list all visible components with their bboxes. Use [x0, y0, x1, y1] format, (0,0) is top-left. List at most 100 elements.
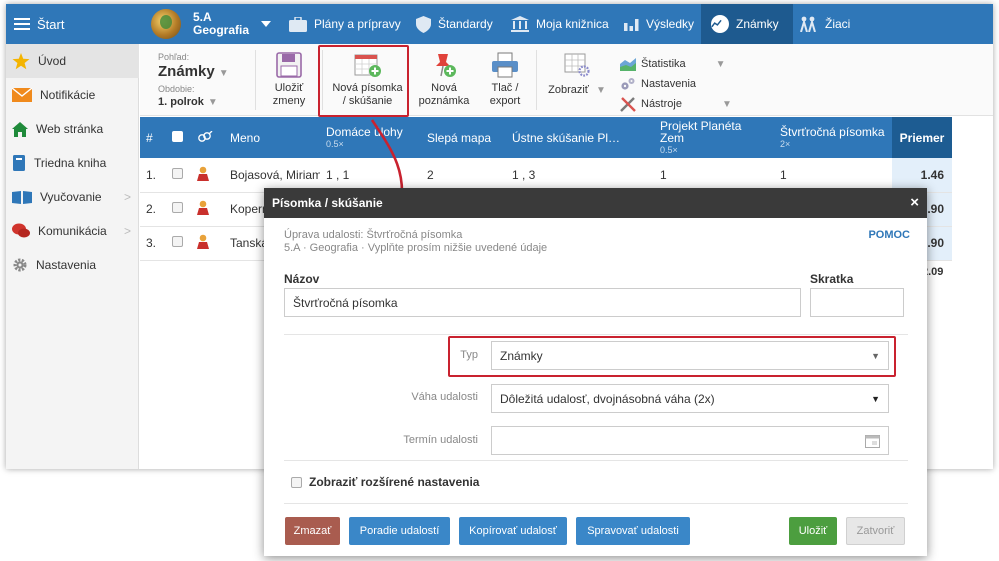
- view-dropdown[interactable]: Známky ▼: [158, 63, 229, 80]
- star-icon: [12, 52, 30, 69]
- save-button[interactable]: Uložiť: [789, 517, 837, 545]
- name-label: Názov: [284, 272, 320, 286]
- quarterly-test-weight: 2×: [780, 138, 791, 149]
- settings-menu[interactable]: Nastavenia: [620, 74, 732, 94]
- select-all-checkbox[interactable]: [166, 117, 191, 158]
- briefcase-icon: [289, 16, 307, 32]
- column-header-blind-map[interactable]: Slepá mapa: [421, 117, 506, 158]
- row-checkbox[interactable]: [166, 158, 191, 193]
- row-checkbox[interactable]: [166, 192, 191, 227]
- column-header-name[interactable]: Meno: [224, 117, 320, 158]
- grade-cell[interactable]: 2: [421, 158, 506, 193]
- close-icon[interactable]: ×: [910, 194, 919, 211]
- column-header-average: Priemer: [892, 117, 952, 158]
- sidebar-item-notifications[interactable]: Notifikácie: [6, 78, 139, 112]
- nav-standards-label: Štandardy: [438, 17, 493, 31]
- name-input[interactable]: Štvrťročná písomka: [284, 288, 801, 317]
- hamburger-icon: [14, 18, 30, 30]
- student-name[interactable]: Bojasová, Miriam: [224, 158, 320, 193]
- divider: [284, 334, 908, 335]
- nav-results-label: Výsledky: [646, 17, 695, 31]
- row-checkbox[interactable]: [166, 226, 191, 261]
- close-button[interactable]: Zatvoriť: [846, 517, 905, 545]
- date-input[interactable]: [491, 426, 889, 455]
- column-header-homework[interactable]: Domáce úlohy 0.5×: [320, 117, 421, 158]
- sidebar-item-label: Triedna kniha: [34, 156, 107, 170]
- modal-header: Písomka / skúšanie ×: [264, 188, 927, 218]
- library-icon: [511, 16, 529, 32]
- envelope-icon: [12, 88, 32, 102]
- homework-weight: 0.5×: [326, 138, 344, 149]
- sidebar-item-website[interactable]: Web stránka: [6, 112, 139, 146]
- new-note-label-line1: Nová: [431, 82, 457, 94]
- average-cell: 1.46: [892, 158, 952, 193]
- class-selector[interactable]: 5.A Geografia: [151, 4, 272, 44]
- shield-icon: [416, 15, 431, 33]
- grade-cell[interactable]: 1: [774, 158, 892, 193]
- weight-select[interactable]: Dôležitá udalosť, dvojnásobná váha (2x) ▼: [491, 384, 889, 413]
- chevron-right-icon: >: [123, 224, 131, 238]
- new-note-label-line2: poznámka: [418, 95, 470, 107]
- sidebar-item-communication[interactable]: Komunikácia >: [6, 214, 139, 248]
- student-icon: [191, 158, 224, 193]
- sidebar-item-teaching[interactable]: Vyučovanie >: [6, 180, 139, 214]
- caret-down-icon: ▼: [871, 394, 880, 404]
- statistics-label: Štatistika: [641, 58, 686, 70]
- statistics-menu[interactable]: Štatistika ▼: [620, 54, 732, 74]
- period-dropdown[interactable]: 1. polrok ▼: [158, 94, 218, 108]
- calendar-icon: [865, 435, 880, 448]
- new-note-button[interactable]: Nová poznámka: [414, 44, 474, 116]
- abbreviation-input[interactable]: [810, 288, 904, 317]
- nav-students[interactable]: Žiaci: [798, 4, 850, 44]
- chevron-right-icon: >: [123, 190, 131, 204]
- print-export-button[interactable]: Tlač / export: [478, 44, 532, 116]
- sidebar-item-settings[interactable]: Nastavenia: [6, 248, 139, 282]
- nav-plans[interactable]: Plány a prípravy: [289, 4, 401, 44]
- sidebar-item-intro[interactable]: Úvod: [6, 44, 139, 78]
- homework-title: Domáce úlohy: [326, 124, 403, 139]
- nav-results[interactable]: Výsledky: [624, 4, 694, 44]
- nav-plans-label: Plány a prípravy: [314, 17, 401, 31]
- weight-select-value: Dôležitá udalosť, dvojnásobná váha (2x): [500, 391, 715, 406]
- nav-library[interactable]: Moja knižnica: [511, 4, 609, 44]
- sidebar-item-classbook[interactable]: Triedna kniha: [6, 146, 139, 180]
- column-header-project[interactable]: Projekt Planéta Zem 0.5×: [654, 117, 774, 158]
- grades-icon: [711, 15, 729, 33]
- subject-name: Geografia: [193, 23, 250, 37]
- show-dropdown-button[interactable]: Zobraziť ▼: [542, 44, 612, 116]
- advanced-settings-toggle[interactable]: Zobraziť rozšírené nastavenia: [291, 475, 479, 489]
- save-changes-button[interactable]: Uložiť zmeny: [261, 44, 317, 116]
- column-header-quarterly-test[interactable]: Štvrťročná písomka 2×: [774, 117, 892, 158]
- grade-cell[interactable]: 1: [654, 158, 774, 193]
- grade-cell[interactable]: 1 , 3: [506, 158, 654, 193]
- copy-event-button[interactable]: Kopírovať udalosť: [459, 517, 567, 545]
- column-header-oral-exam[interactable]: Ústne skúšanie Pl…: [506, 117, 654, 158]
- tools-menu[interactable]: Nástroje ▼: [620, 94, 732, 114]
- nav-standards[interactable]: Štandardy: [416, 4, 493, 44]
- nav-grades[interactable]: Známky: [701, 4, 793, 44]
- advanced-settings-checkbox[interactable]: [291, 476, 302, 488]
- weight-label: Váha udalosti: [411, 391, 478, 403]
- open-book-icon: [12, 191, 32, 204]
- floppy-disk-icon: [276, 52, 302, 78]
- area-chart-icon: [620, 57, 636, 71]
- chat-icon: [12, 223, 30, 238]
- event-order-button[interactable]: Poradie udalostí: [349, 517, 450, 545]
- project-weight: 0.5×: [660, 144, 678, 155]
- manage-events-button[interactable]: Spravovať udalosti: [576, 517, 690, 545]
- sidebar-item-label: Úvod: [38, 54, 67, 68]
- print-label-line1: Tlač /: [491, 82, 519, 94]
- grade-cell[interactable]: 1 , 1: [320, 158, 421, 193]
- table-settings-icon: [564, 53, 590, 77]
- period-label: Obdobie:: [158, 84, 195, 94]
- save-label-line2: zmeny: [272, 95, 306, 107]
- abbreviation-label: Skratka: [810, 272, 854, 286]
- settings-label: Nastavenia: [641, 78, 697, 90]
- help-link[interactable]: POMOC: [868, 229, 910, 241]
- view-value: Známky: [158, 63, 215, 80]
- delete-button[interactable]: Zmazať: [285, 517, 340, 545]
- toolbar-divider: [255, 50, 256, 110]
- view-label: Pohľad:: [158, 52, 190, 62]
- sidebar-item-label: Notifikácie: [40, 88, 96, 102]
- start-menu-button[interactable]: Štart: [14, 4, 64, 44]
